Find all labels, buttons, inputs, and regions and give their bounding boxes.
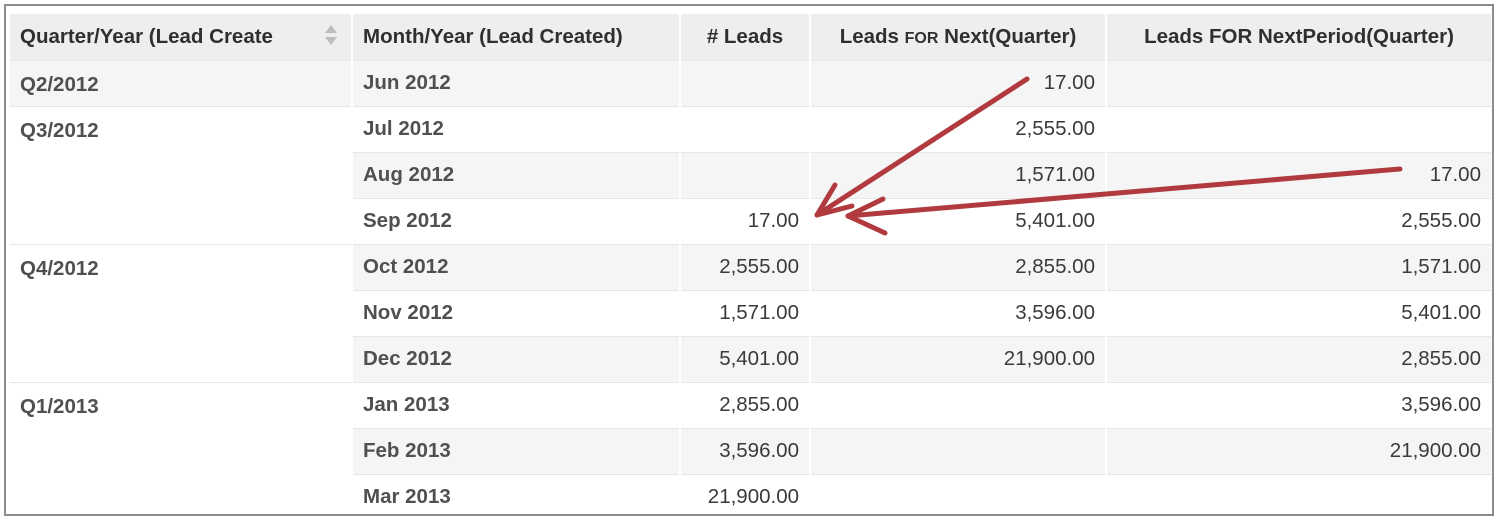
month-cell: Dec 2012 [352,335,681,382]
column-header-label-part: FOR [904,29,939,47]
pivot-table-body: Q2/2012 Jun 2012 17.00 Q3/2012 Jul 2012 2,555… [10,59,1492,514]
pivot-table: Quarter/Year (Lead Create Month/Year (Le… [10,14,1492,514]
column-header-month-year[interactable]: Month/Year (Lead Created) [352,14,681,60]
leads-cell: 21,900.00 [680,473,811,514]
leads-next-quarter-cell [810,473,1107,514]
leads-next-quarter-cell: 17.00 [810,59,1107,106]
leads-next-quarter-cell: 21,900.00 [810,335,1107,382]
leads-next-period-cell [1106,105,1492,152]
column-header-quarter-year[interactable]: Quarter/Year (Lead Create [10,14,353,60]
column-header-label-part: Leads [839,24,905,48]
column-header-label: Month/Year (Lead Created) [363,24,623,48]
leads-next-quarter-cell: 3,596.00 [810,289,1107,336]
leads-next-period-cell: 1,571.00 [1106,243,1492,290]
leads-next-quarter-cell: 5,401.00 [810,197,1107,244]
leads-cell: 2,855.00 [680,381,811,428]
table-row: Q2/2012 Jun 2012 17.00 [10,59,1492,106]
leads-cell: 3,596.00 [680,427,811,474]
column-header-label-part: Next(Quarter) [938,24,1077,48]
leads-next-period-cell: 3,596.00 [1106,381,1492,428]
leads-next-quarter-cell [810,427,1107,474]
leads-next-quarter-cell: 2,555.00 [810,105,1107,152]
leads-cell: 2,555.00 [680,243,811,290]
quarter-cell: Q3/2012 [10,105,353,244]
leads-cell [680,105,811,152]
leads-next-period-cell: 2,855.00 [1106,335,1492,382]
leads-next-period-cell: 17.00 [1106,151,1492,198]
leads-next-quarter-cell: 2,855.00 [810,243,1107,290]
month-cell: Feb 2013 [352,427,681,474]
leads-next-period-cell [1106,59,1492,106]
leads-cell: 1,571.00 [680,289,811,336]
table-row: Q1/2013 Jan 2013 2,855.00 3,596.00 [10,381,1492,514]
month-cell: Sep 2012 [352,197,681,244]
column-header-label: Leads FOR NextPeriod(Quarter) [1144,24,1454,48]
column-header-label: Quarter/Year (Lead Create [20,24,273,48]
leads-next-period-cell: 2,555.00 [1106,197,1492,244]
leads-next-period-cell: 5,401.00 [1106,289,1492,336]
column-header-label: # Leads [706,24,784,48]
month-cell: Aug 2012 [352,151,681,198]
leads-next-quarter-cell [810,381,1107,428]
leads-next-period-cell: 21,900.00 [1106,427,1492,474]
quarter-cell: Q2/2012 [10,59,353,106]
leads-next-period-cell [1106,473,1492,514]
leads-next-quarter-cell: 1,571.00 [810,151,1107,198]
month-cell: Nov 2012 [352,289,681,336]
leads-cell: 17.00 [680,197,811,244]
table-row: Q3/2012 Jul 2012 2,555.00 [10,105,1492,244]
month-cell: Jun 2012 [352,59,681,106]
column-header-leads-for-next-period-quarter[interactable]: Leads FOR NextPeriod(Quarter) [1106,14,1492,60]
header-row: Quarter/Year (Lead Create Month/Year (Le… [10,14,1492,60]
leads-cell [680,151,811,198]
table-row: Q4/2012 Oct 2012 2,555.00 2,855.00 1,571.00 [10,243,1492,382]
month-cell: Oct 2012 [352,243,681,290]
month-cell: Jul 2012 [352,105,681,152]
pivot-table-frame: Quarter/Year (Lead Create Month/Year (Le… [4,4,1494,516]
sort-updown-icon[interactable] [325,25,337,49]
month-cell: Jan 2013 [352,381,681,428]
quarter-cell: Q1/2013 [10,381,353,514]
column-header-leads[interactable]: # Leads [680,14,811,60]
quarter-cell: Q4/2012 [10,243,353,382]
leads-cell: 5,401.00 [680,335,811,382]
column-header-leads-for-next-quarter[interactable]: Leads FOR Next(Quarter) [810,14,1107,60]
leads-cell [680,59,811,106]
month-cell: Mar 2013 [352,473,681,514]
